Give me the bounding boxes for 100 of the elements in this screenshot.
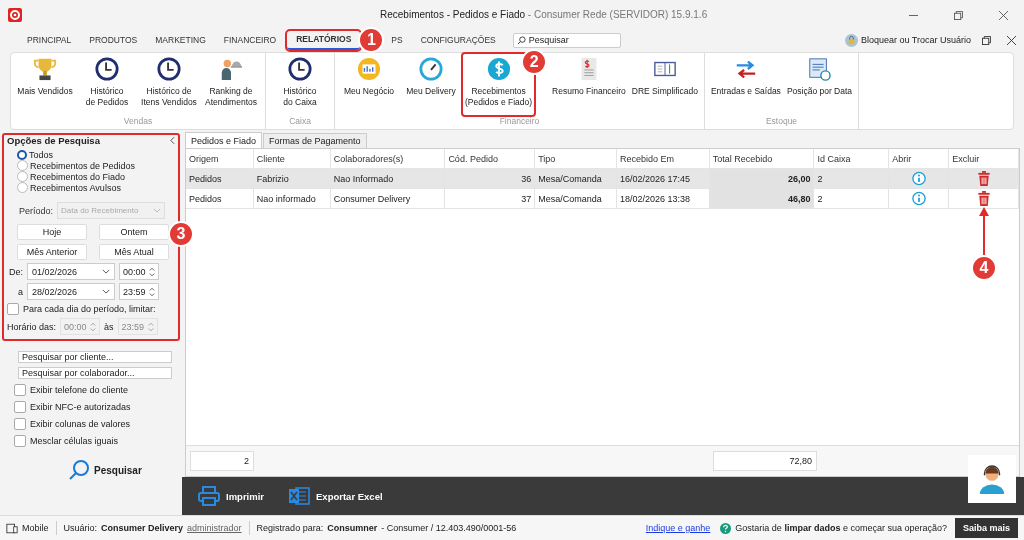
table-cell: Mesa/Comanda [535, 189, 617, 208]
panel-title: Opções de Pesquisa [7, 135, 100, 146]
ribbon-button[interactable]: Mais Vendidos [14, 53, 76, 116]
menu-tab[interactable]: FINANCEIRO [214, 30, 286, 50]
close-icon[interactable] [999, 10, 1008, 20]
content-tab[interactable]: Pedidos e Fiado [185, 132, 263, 148]
ribbon-button[interactable]: Entradas e Saídas [707, 53, 784, 116]
date-picker[interactable]: 01/02/2026 [27, 263, 115, 280]
chevron-down-icon [102, 289, 110, 294]
date-picker[interactable]: 28/02/2026 [27, 283, 115, 300]
column-header[interactable]: Cliente [253, 149, 331, 168]
date-shortcut-button[interactable]: Hoje [17, 224, 87, 240]
column-header[interactable]: Colaboradores(s) [330, 149, 446, 168]
ribbon-button[interactable]: Histórico de Itens Vendidos [138, 53, 200, 116]
info-icon[interactable] [911, 191, 926, 206]
date-shortcut-button[interactable]: Ontem [99, 224, 169, 240]
menu-tab[interactable]: RELATÓRIOS [287, 30, 361, 50]
step-number-badge: 4 [971, 255, 997, 281]
referral-link[interactable]: Indique e ganhe [645, 523, 711, 533]
support-button[interactable] [968, 455, 1016, 503]
registered-label: Registrado para: [256, 523, 324, 533]
option-checkbox[interactable]: Exibir NFC-e autorizadas [14, 401, 131, 413]
ribbon-button[interactable]: Posição por Data [783, 53, 856, 116]
app-logo-icon [8, 8, 22, 22]
ribbon-button[interactable]: Histórico do Caixa [269, 53, 331, 116]
step-number-badge: 1 [358, 27, 385, 53]
group-label: Financeiro [498, 116, 541, 128]
search-icon [68, 459, 90, 481]
ribbon-button[interactable]: Ranking de Atendimentos [200, 53, 262, 116]
trash-icon[interactable] [976, 191, 991, 206]
chevron-down-icon [102, 269, 110, 274]
table-row[interactable]: Pedidos Fabrizio Nao Informado 36 Mesa/Comanda 16/02/2026 17:45 26,00 2 [186, 169, 1019, 189]
column-header[interactable]: Total Recebido [709, 149, 815, 168]
radio-option[interactable]: Recebimentos do Fiado [17, 171, 175, 182]
chart-board-icon [357, 57, 381, 81]
menu-tab[interactable]: PRINCIPAL [18, 30, 81, 50]
group-label: Estoque [764, 116, 799, 128]
toolbar-button[interactable]: Exportar Excel [284, 486, 387, 506]
table-cell: 46,80 [709, 189, 815, 208]
restore-icon[interactable] [954, 10, 963, 20]
column-header[interactable]: Excluir [949, 149, 1019, 168]
table-row[interactable]: Pedidos Nao informado Consumer Delivery 37 Mesa/Comanda 18/02/2026 13:38 46,80 2 [186, 189, 1019, 209]
table-cell: 36 [445, 169, 536, 188]
option-checkbox[interactable]: Exibir colunas de valores [14, 418, 131, 430]
time-spinner[interactable]: 00:00 [119, 263, 159, 280]
menu-tab[interactable]: MARKETING [146, 30, 215, 50]
switch-user-button[interactable]: Bloquear ou Trocar Usuário [857, 35, 974, 45]
date-shortcut-button[interactable]: Mês Atual [99, 244, 169, 260]
search-button[interactable]: Pesquisar [68, 459, 142, 481]
pointer-arrow [979, 207, 989, 255]
column-header[interactable]: Cód. Pedido [445, 149, 536, 168]
table-cell: Fabrizio [253, 169, 331, 188]
registered-name: Consumner [327, 523, 378, 533]
from-label: De: [8, 266, 23, 277]
ribbon-button[interactable]: Resumo Financeiro [549, 53, 629, 116]
limit-checkbox[interactable]: Para cada dia do período, limitar: [7, 303, 175, 315]
restore-icon[interactable] [982, 35, 991, 45]
calendar-clock-icon [807, 57, 832, 81]
date-shortcut-button[interactable]: Mês Anterior [17, 244, 87, 260]
table-cell: 2 [814, 189, 890, 208]
table-cell: Mesa/Comanda [535, 169, 617, 188]
content-tab[interactable]: Formas de Pagamento [263, 133, 367, 148]
collaborator-search-field[interactable]: Pesquisar por colaborador... [18, 367, 172, 379]
hours-separator: às [104, 321, 114, 332]
ribbon-button[interactable]: Meu Delivery [400, 53, 462, 116]
menu-tab[interactable]: PS [382, 30, 412, 50]
gauge-icon [419, 57, 443, 81]
collapse-icon[interactable] [170, 136, 175, 145]
info-icon[interactable] [911, 171, 926, 186]
radio-option[interactable]: Recebimentos Avulsos [17, 182, 175, 193]
support-agent-icon [978, 464, 1006, 494]
learn-more-button[interactable]: Saiba mais [954, 518, 1018, 538]
trash-icon[interactable] [976, 171, 991, 186]
column-header[interactable]: Tipo [535, 149, 617, 168]
column-header[interactable]: Abrir [889, 149, 950, 168]
user-role: administrador [187, 523, 242, 533]
toolbar-button[interactable]: Imprimir [194, 486, 268, 506]
spreadsheet-icon [288, 486, 310, 506]
time-spinner[interactable]: 23:59 [119, 283, 159, 300]
radio-option[interactable]: Todos [17, 149, 175, 160]
lock-icon [844, 33, 858, 47]
coin-icon [486, 57, 511, 81]
option-checkbox[interactable]: Mesclar células iguais [14, 435, 119, 447]
column-header[interactable]: Origem [186, 149, 254, 168]
menu-tab[interactable]: PRODUTOS [80, 30, 147, 50]
ribbon-button[interactable]: DRE Simplificado [628, 53, 701, 116]
column-header[interactable]: Id Caixa [814, 149, 890, 168]
option-checkbox[interactable]: Exibir telefone do cliente [14, 384, 129, 396]
close-icon[interactable] [1007, 35, 1016, 45]
table-cell: 2 [814, 169, 890, 188]
radio-option[interactable]: Recebimentos de Pedidos [17, 160, 175, 171]
user-label: Usuário: [63, 523, 98, 533]
ribbon-button[interactable]: Histórico de Pedidos [76, 53, 138, 116]
help-icon [720, 522, 732, 534]
menu-tab[interactable]: CONFIGURAÇÕES [411, 30, 505, 50]
ribbon-button[interactable]: Meu Negócio [338, 53, 400, 116]
column-header[interactable]: Recebido Em [616, 149, 710, 168]
search-field[interactable]: Pesquisar [512, 32, 621, 48]
step-number-badge: 3 [168, 221, 194, 247]
client-search-field[interactable]: Pesquisar por cliente... [18, 351, 172, 363]
